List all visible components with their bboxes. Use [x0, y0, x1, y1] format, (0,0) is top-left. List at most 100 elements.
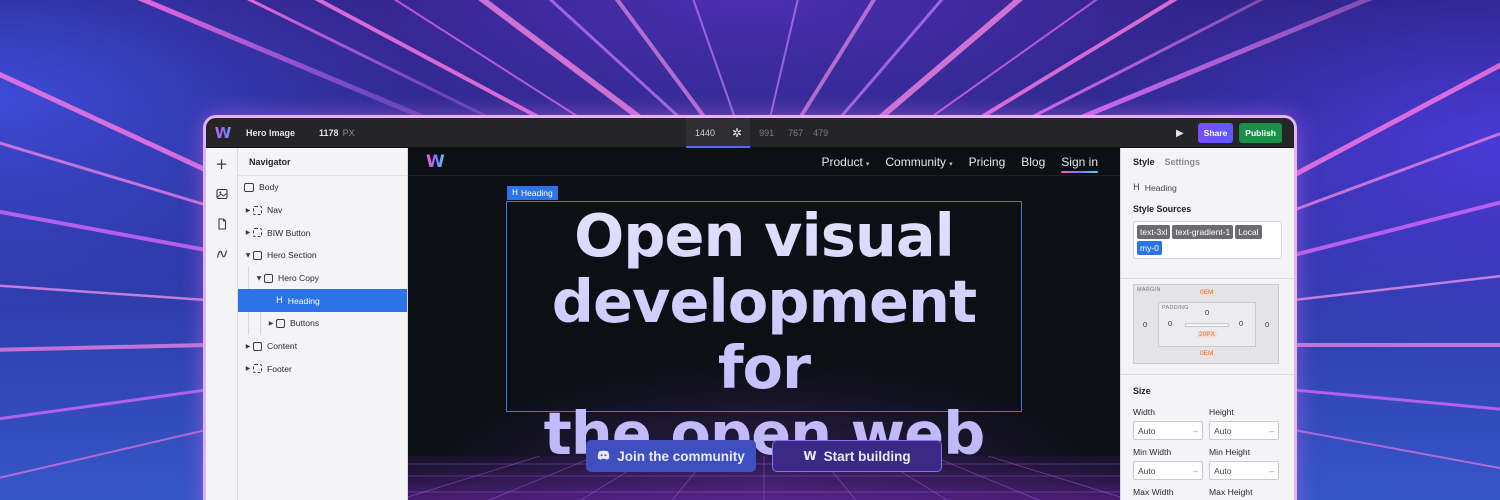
start-building-label: Start building	[823, 448, 911, 464]
padding-label: PADDING	[1162, 305, 1189, 311]
tree-item-label: Buttons	[290, 318, 320, 329]
tree-item-hero-copy[interactable]: ▼ Hero Copy	[238, 266, 407, 290]
width-input[interactable]: Auto –	[1133, 421, 1203, 440]
tab-settings[interactable]: Settings	[1165, 157, 1201, 167]
style-source-chip[interactable]: my-0	[1137, 241, 1162, 255]
preview-play-icon[interactable]: ▶	[1176, 128, 1184, 139]
padding-box: PADDING 0 0 0 20PX	[1158, 302, 1256, 347]
breakpoint-1440[interactable]: 1440	[686, 118, 725, 148]
divider	[1121, 278, 1294, 279]
tree-item-footer[interactable]: ▶ Footer	[238, 358, 407, 381]
webstudio-logo-icon[interactable]: W	[206, 118, 240, 148]
expand-caret-icon[interactable]: ▶	[243, 229, 253, 236]
margin-bottom-value[interactable]: 0EM	[1198, 350, 1216, 357]
nav-link-community[interactable]: Community ▾	[885, 155, 952, 169]
tree-item-label: Content	[267, 341, 298, 352]
height-label: Height	[1209, 407, 1234, 417]
min-width-input[interactable]: Auto –	[1133, 461, 1203, 480]
chevron-down-icon: ▾	[949, 160, 953, 168]
tree-item-body[interactable]: Body	[238, 176, 407, 199]
nav-link-blog[interactable]: Blog	[1021, 155, 1045, 169]
tree-guide-line	[260, 312, 261, 335]
selection-badge-label: Heading	[521, 188, 553, 198]
canvas-width-value[interactable]: 1178	[319, 128, 339, 138]
max-height-label: Max Height	[1209, 487, 1253, 497]
heading-icon: H	[276, 295, 283, 306]
breakpoint-991[interactable]: 991	[750, 118, 783, 148]
padding-bottom-value[interactable]: 20PX	[1197, 331, 1217, 338]
tree-item-hero-section[interactable]: ▼ Hero Section	[238, 244, 407, 267]
nav-link-label: Product	[821, 155, 863, 169]
share-button[interactable]: Share	[1197, 123, 1234, 143]
tree-guide-line	[248, 312, 249, 335]
tree-item-nav[interactable]: ▶ Nav	[238, 199, 407, 222]
collapse-caret-icon[interactable]: ▼	[243, 252, 253, 259]
base-breakpoint-star-icon[interactable]: ✲	[724, 118, 751, 148]
pages-icon[interactable]	[214, 216, 230, 232]
nav-link-sign-in[interactable]: Sign in	[1061, 155, 1098, 173]
nav-link-product[interactable]: Product ▾	[822, 155, 870, 169]
margin-left-value[interactable]: 0	[1143, 320, 1147, 329]
content-box	[1185, 323, 1229, 327]
discord-icon	[597, 449, 610, 463]
navigator-title: Navigator	[238, 148, 407, 176]
heading-icon: H	[1133, 183, 1140, 193]
collapse-caret-icon[interactable]: ▼	[254, 275, 264, 282]
site-nav-links: Product ▾ Community ▾ Pricing Blog Sign in	[822, 148, 1098, 176]
assets-image-icon[interactable]	[214, 186, 230, 202]
margin-top-value[interactable]: 0EM	[1198, 289, 1216, 296]
webstudio-w-icon: W	[803, 449, 817, 463]
tree-item-content[interactable]: ▶ Content	[238, 335, 407, 358]
hero-heading-line: development for	[551, 267, 977, 402]
margin-right-value[interactable]: 0	[1265, 320, 1269, 329]
tab-style[interactable]: Style	[1133, 157, 1155, 167]
style-panel-tabs: Style Settings	[1121, 148, 1294, 176]
tree-item-biw-button[interactable]: ▶ BIW Button	[238, 221, 407, 244]
breakpoint-767[interactable]: 767	[783, 118, 808, 148]
padding-right-value[interactable]: 0	[1239, 319, 1243, 328]
expand-caret-icon[interactable]: ▶	[243, 207, 253, 214]
width-value: Auto	[1138, 425, 1156, 436]
start-building-button[interactable]: W Start building	[772, 440, 942, 472]
expand-caret-icon[interactable]: ▶	[266, 320, 276, 327]
add-icon[interactable]: +	[214, 155, 230, 173]
canvas-width-unit: PX	[342, 127, 355, 138]
padding-top-value[interactable]: 0	[1205, 308, 1209, 317]
hero-heading[interactable]: Open visual development for the open web	[506, 203, 1022, 467]
publish-button[interactable]: Publish	[1239, 123, 1282, 143]
tree-item-label: Footer	[267, 363, 292, 374]
breakpoint-479[interactable]: 479	[808, 118, 833, 148]
tree-item-label: Nav	[267, 205, 283, 216]
height-input[interactable]: Auto –	[1209, 421, 1279, 440]
padding-left-value[interactable]: 0	[1168, 319, 1172, 328]
min-width-label: Min Width	[1133, 447, 1172, 457]
nav-link-label: Community	[885, 155, 947, 169]
min-height-label: Min Height	[1209, 447, 1251, 457]
navigator-panel: Navigator Body ▶ Nav ▶ BIW Button ▼ Hero…	[238, 148, 408, 500]
expand-caret-icon[interactable]: ▶	[243, 365, 253, 372]
selection-badge: H Heading	[507, 186, 558, 200]
element-box-icon	[253, 228, 262, 238]
tree-item-heading[interactable]: H Heading	[238, 289, 407, 313]
unit-dash-icon: –	[1193, 465, 1198, 476]
element-box-icon	[264, 273, 273, 283]
unit-dash-icon: –	[1269, 465, 1274, 476]
navigator-icon[interactable]	[214, 246, 230, 262]
tree-item-label: BIW Button	[267, 227, 311, 238]
expand-caret-icon[interactable]: ▶	[243, 343, 253, 350]
size-controls: Width Auto – Height Auto – Min Width Auto –…	[1133, 407, 1279, 500]
chevron-down-icon: ▾	[865, 160, 870, 168]
style-source-chip[interactable]: text-gradient-1	[1172, 225, 1234, 239]
style-source-chip[interactable]: Local	[1235, 225, 1262, 239]
join-community-label: Join the community	[617, 448, 745, 464]
min-height-input[interactable]: Auto –	[1209, 461, 1279, 480]
style-sources-input[interactable]: text-3xl text-gradient-1 Local my-0	[1133, 221, 1282, 259]
tree-item-buttons[interactable]: ▶ Buttons	[238, 312, 407, 335]
selected-element-row: H Heading	[1121, 176, 1294, 200]
site-logo-icon[interactable]: W	[426, 152, 445, 172]
editor-window: W Hero Image 1178 PX 1440 ✲ 991 767 479 …	[206, 118, 1294, 500]
design-canvas[interactable]: W Product ▾ Community ▾ Pricing Blog Sign …	[408, 148, 1120, 500]
style-source-chip[interactable]: text-3xl	[1137, 225, 1171, 239]
join-community-button[interactable]: Join the community	[586, 440, 756, 472]
nav-link-pricing[interactable]: Pricing	[969, 155, 1006, 169]
